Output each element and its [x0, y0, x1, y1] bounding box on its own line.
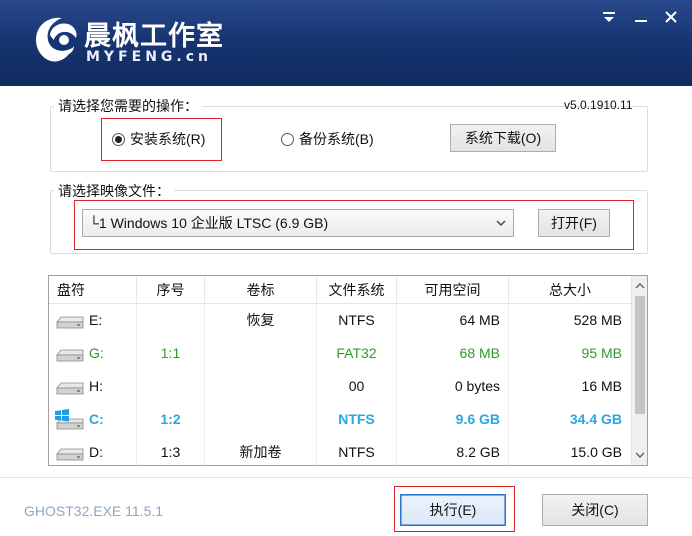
close-button[interactable]: 关闭(C) — [542, 494, 648, 526]
menu-button[interactable] — [598, 8, 620, 30]
table-row[interactable]: G: 1:1 FAT32 68 MB 95 MB — [49, 337, 632, 370]
table-header: 盘符 序号 卷标 文件系统 可用空间 总大小 — [49, 276, 632, 304]
volume-label: 新加卷 — [205, 436, 317, 465]
open-file-button[interactable]: 打开(F) — [538, 209, 610, 237]
version-label: v5.0.1910.11 — [564, 98, 633, 112]
close-window-button[interactable] — [660, 8, 682, 30]
radio-unselected-indicator — [281, 132, 294, 146]
file-system: NTFS — [317, 304, 397, 337]
ghost-version-label: GHOST32.EXE 11.5.1 — [24, 503, 164, 519]
drive-icon — [56, 316, 84, 328]
header-index[interactable]: 序号 — [137, 276, 205, 304]
drive-letter: H: — [89, 378, 103, 394]
windows-drive-icon — [55, 408, 84, 429]
backup-system-label: 备份系统(B) — [299, 131, 374, 147]
operation-legend: 请选择您需要的操作： — [54, 96, 202, 116]
table-row[interactable]: H: 00 0 bytes 16 MB — [49, 370, 632, 403]
scrollbar-thumb[interactable] — [635, 296, 645, 414]
header-label[interactable]: 卷标 — [205, 276, 317, 304]
close-icon — [665, 11, 677, 23]
brand-title: 晨枫工作室 — [84, 21, 224, 52]
table-row[interactable]: C: 1:2 NTFS 9.6 GB 34.4 GB — [49, 403, 632, 436]
partition-index — [137, 304, 205, 337]
chevron-down-icon — [496, 220, 506, 226]
drive-letter: C: — [89, 411, 104, 427]
header-free-space[interactable]: 可用空间 — [397, 276, 509, 304]
table-scrollbar[interactable] — [631, 276, 647, 465]
image-legend: 请选择映像文件： — [54, 181, 174, 201]
partition-table: 盘符 序号 卷标 文件系统 可用空间 总大小 E: 恢复 NTFS 64 MB … — [48, 275, 648, 466]
partition-index: 1:2 — [137, 403, 205, 436]
file-system: FAT32 — [317, 337, 397, 370]
drive-icon — [56, 349, 84, 361]
header-filesystem[interactable]: 文件系统 — [317, 276, 397, 304]
image-select-value: └1 Windows 10 企业版 LTSC (6.9 GB) — [89, 215, 329, 231]
drive-letter: D: — [89, 444, 103, 460]
file-system: NTFS — [317, 403, 397, 436]
execute-button[interactable]: 执行(E) — [400, 494, 506, 526]
free-space: 8.2 GB — [397, 436, 509, 465]
free-space: 0 bytes — [397, 370, 509, 403]
volume-label — [205, 403, 317, 436]
footer-divider — [0, 477, 692, 478]
drive-icon — [56, 382, 84, 394]
radio-selected-indicator — [112, 132, 125, 146]
total-size: 16 MB — [581, 378, 622, 394]
total-size: 15.0 GB — [570, 444, 622, 460]
brand-subtitle: MYFENG.cn — [86, 49, 212, 65]
volume-label — [205, 337, 317, 370]
myfeng-logo-icon — [36, 17, 77, 62]
install-system-radio[interactable]: 安装系统(R) — [112, 129, 205, 149]
backup-system-radio[interactable]: 备份系统(B) — [281, 129, 374, 149]
free-space: 68 MB — [397, 337, 509, 370]
table-row[interactable]: D: 1:3 新加卷 NTFS 8.2 GB 15.0 GB — [49, 436, 632, 465]
total-size: 528 MB — [573, 312, 622, 328]
table-row[interactable]: E: 恢复 NTFS 64 MB 528 MB — [49, 304, 632, 337]
volume-label — [205, 370, 317, 403]
partition-index: 1:1 — [137, 337, 205, 370]
drive-icon — [56, 448, 84, 460]
minimize-button[interactable] — [630, 8, 652, 30]
file-system: 00 — [317, 370, 397, 403]
scroll-up-icon[interactable] — [632, 278, 648, 294]
file-system: NTFS — [317, 436, 397, 465]
scroll-down-icon[interactable] — [632, 447, 648, 463]
total-size: 95 MB — [581, 345, 622, 361]
free-space: 9.6 GB — [397, 403, 509, 436]
volume-label: 恢复 — [205, 304, 317, 337]
minimize-icon — [635, 20, 647, 22]
header-total-size[interactable]: 总大小 — [509, 276, 632, 304]
system-download-button[interactable]: 系统下载(O) — [450, 124, 556, 152]
install-system-label: 安装系统(R) — [130, 131, 206, 147]
image-select[interactable]: └1 Windows 10 企业版 LTSC (6.9 GB) — [82, 209, 514, 237]
total-size: 34.4 GB — [569, 411, 622, 427]
drive-letter: E: — [89, 312, 103, 328]
menu-icon — [603, 12, 615, 22]
title-bar: 晨枫工作室 MYFENG.cn — [0, 0, 692, 86]
partition-index: 1:3 — [137, 436, 205, 465]
drive-letter: G: — [89, 345, 104, 361]
header-drive[interactable]: 盘符 — [49, 276, 137, 304]
partition-index — [137, 370, 205, 403]
free-space: 64 MB — [397, 304, 509, 337]
